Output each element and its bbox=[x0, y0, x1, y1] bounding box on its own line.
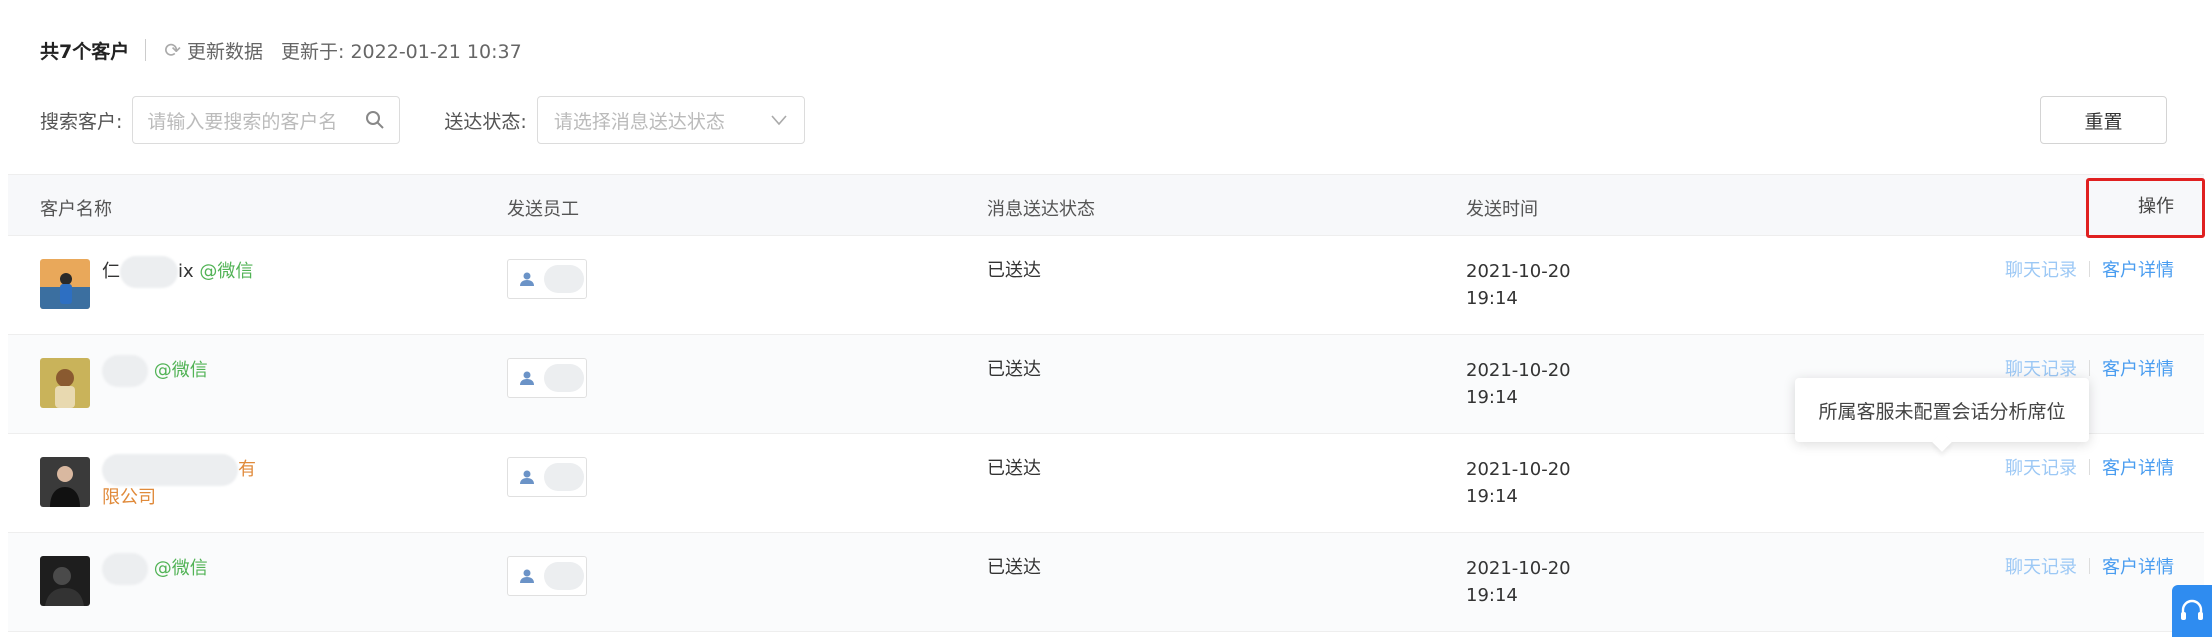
person-icon bbox=[520, 272, 534, 286]
send-clock: 19:14 bbox=[1466, 387, 1518, 408]
customer-name: 有 限公司 bbox=[102, 454, 256, 510]
updated-prefix: 更新于: bbox=[281, 40, 345, 63]
customer-name: @微信 bbox=[102, 553, 208, 585]
send-date: 2021-10-20 bbox=[1466, 261, 1571, 282]
send-time: 2021-10-20 19:14 bbox=[1466, 555, 1571, 609]
chat-record-link[interactable]: 聊天记录 bbox=[2005, 454, 2077, 480]
customer-name: 仁 ix @微信 bbox=[102, 256, 253, 288]
name-suffix: ix bbox=[178, 261, 194, 282]
search-icon[interactable] bbox=[365, 110, 385, 130]
delivery-status: 已送达 bbox=[987, 557, 1041, 578]
delivery-status-select[interactable]: 请选择消息送达状态 bbox=[536, 96, 805, 144]
avatar bbox=[40, 259, 90, 309]
name-prefix: 仁 bbox=[102, 261, 120, 282]
customer-count: 共7个客户 bbox=[40, 40, 130, 63]
person-icon bbox=[520, 569, 534, 583]
customer-detail-link[interactable]: 客户详情 bbox=[2102, 454, 2174, 480]
row-actions: 聊天记录 客户详情 bbox=[2005, 454, 2174, 480]
delivery-status-label: 送达状态: bbox=[444, 110, 527, 133]
wechat-tag: @微信 bbox=[153, 360, 208, 381]
redacted-name bbox=[102, 355, 148, 387]
col-actions: 操作 bbox=[2138, 196, 2174, 217]
filter-bar: 搜索客户: 请输入要搜索的客户名 送达状态: 请选择消息送达状态 bbox=[40, 96, 805, 144]
customer-name: @微信 bbox=[102, 355, 208, 387]
avatar bbox=[40, 358, 90, 408]
table-row: 仁 ix @微信 已送达 2021-10-20 19:14 聊天记录 客户详情 bbox=[8, 236, 2204, 335]
send-clock: 19:14 bbox=[1466, 585, 1518, 606]
staff-chip bbox=[507, 358, 587, 398]
send-time: 2021-10-20 19:14 bbox=[1466, 456, 1571, 510]
table-header: 客户名称 发送员工 消息送达状态 发送时间 操作 bbox=[8, 174, 2205, 238]
headset-icon bbox=[2181, 599, 2203, 620]
delivery-status: 已送达 bbox=[987, 359, 1041, 380]
redacted-staff bbox=[544, 562, 584, 590]
company-tail: 有 bbox=[238, 459, 256, 480]
staff-chip bbox=[507, 259, 587, 299]
customer-detail-link[interactable]: 客户详情 bbox=[2102, 355, 2174, 381]
customer-summary-bar: 共7个客户 ⟳ 更新数据 更新于: 2022-01-21 10:37 bbox=[40, 36, 522, 64]
redacted-staff bbox=[544, 364, 584, 392]
avatar bbox=[40, 556, 90, 606]
customer-service-button[interactable] bbox=[2172, 585, 2212, 637]
customer-detail-link[interactable]: 客户详情 bbox=[2102, 256, 2174, 282]
table-row: 有 限公司 已送达 2021-10-20 19:14 聊天记录 客户详情 bbox=[8, 434, 2204, 533]
send-time: 2021-10-20 19:14 bbox=[1466, 357, 1571, 411]
send-clock: 19:14 bbox=[1466, 486, 1518, 507]
refresh-data-button[interactable]: ⟳ 更新数据 bbox=[164, 37, 263, 64]
redacted-name bbox=[102, 553, 148, 585]
search-placeholder: 请输入要搜索的客户名 bbox=[147, 110, 338, 133]
delivery-status: 已送达 bbox=[987, 458, 1041, 479]
refresh-icon: ⟳ bbox=[164, 38, 181, 62]
tooltip: 所属客服未配置会话分析席位 bbox=[1795, 378, 2089, 442]
col-send-time: 发送时间 bbox=[1466, 199, 1538, 220]
person-icon bbox=[520, 371, 534, 385]
staff-chip bbox=[507, 556, 587, 596]
redacted-name bbox=[120, 256, 178, 288]
send-clock: 19:14 bbox=[1466, 288, 1518, 309]
redacted-staff bbox=[544, 265, 584, 293]
table-row: @微信 已送达 2021-10-20 19:14 聊天记录 客户详情 bbox=[8, 533, 2204, 632]
redacted-name bbox=[102, 454, 238, 486]
wechat-tag: @微信 bbox=[199, 261, 254, 282]
row-actions: 聊天记录 客户详情 bbox=[2005, 553, 2174, 579]
chevron-down-icon bbox=[770, 114, 788, 126]
col-customer-name: 客户名称 bbox=[40, 199, 112, 220]
col-delivery-status: 消息送达状态 bbox=[987, 199, 1095, 220]
delivery-status: 已送达 bbox=[987, 260, 1041, 281]
person-icon bbox=[520, 470, 534, 484]
send-time: 2021-10-20 19:14 bbox=[1466, 258, 1571, 312]
redacted-staff bbox=[544, 463, 584, 491]
refresh-label: 更新数据 bbox=[187, 40, 264, 63]
send-date: 2021-10-20 bbox=[1466, 360, 1571, 381]
divider bbox=[145, 39, 147, 61]
reset-button[interactable]: 重置 bbox=[2040, 96, 2167, 144]
row-actions: 聊天记录 客户详情 bbox=[2005, 256, 2174, 282]
search-customer-input[interactable]: 请输入要搜索的客户名 bbox=[132, 96, 401, 144]
wechat-tag: @微信 bbox=[153, 558, 208, 579]
status-placeholder: 请选择消息送达状态 bbox=[553, 110, 725, 133]
send-date: 2021-10-20 bbox=[1466, 459, 1571, 480]
chat-record-link[interactable]: 聊天记录 bbox=[2005, 256, 2077, 282]
chat-record-link[interactable]: 聊天记录 bbox=[2005, 553, 2077, 579]
customer-detail-link[interactable]: 客户详情 bbox=[2102, 553, 2174, 579]
avatar bbox=[40, 457, 90, 507]
company-tag: 限公司 bbox=[102, 487, 156, 508]
last-updated: 更新于: 2022-01-21 10:37 bbox=[281, 37, 522, 64]
search-customer-label: 搜索客户: bbox=[40, 110, 123, 133]
send-date: 2021-10-20 bbox=[1466, 558, 1571, 579]
col-sender-staff: 发送员工 bbox=[507, 199, 579, 220]
staff-chip bbox=[507, 457, 587, 497]
updated-time: 2022-01-21 10:37 bbox=[350, 40, 522, 63]
